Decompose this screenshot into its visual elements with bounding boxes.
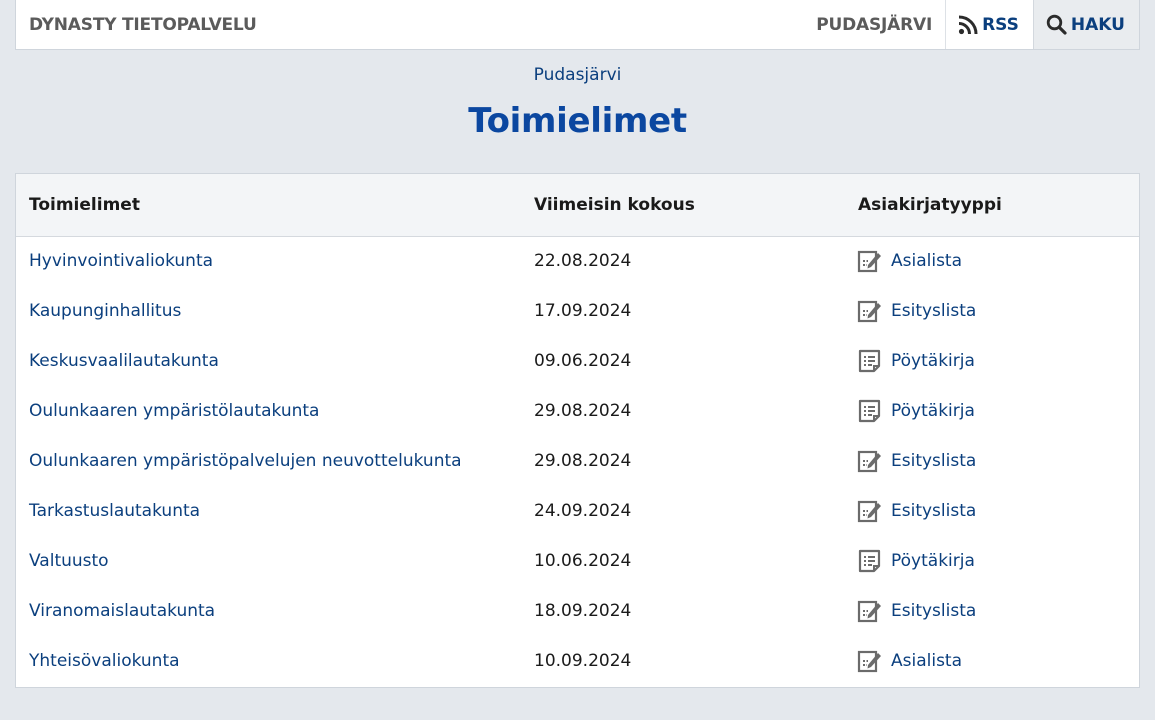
table-row: Valtuusto 10.06.2024 Pöytäkirja	[16, 537, 1139, 587]
table-row: Kaupunginhallitus 17.09.2024 Esityslista	[16, 287, 1139, 337]
minutes-list-icon	[857, 348, 883, 374]
table-row: Oulunkaaren ympäristöpalvelujen neuvotte…	[16, 437, 1139, 487]
document-link[interactable]: Pöytäkirja	[857, 348, 975, 374]
document-type-label: Esityslista	[891, 601, 977, 621]
agenda-edit-icon	[857, 598, 883, 624]
body-name-link[interactable]: Hyvinvointivaliokunta	[29, 251, 213, 271]
last-meeting-date: 22.08.2024	[534, 251, 632, 271]
document-link[interactable]: Pöytäkirja	[857, 398, 975, 424]
document-type-label: Esityslista	[891, 301, 977, 321]
last-meeting-date: 18.09.2024	[534, 601, 632, 621]
column-header-document-type[interactable]: Asiakirjatyyppi	[858, 195, 1002, 215]
rss-label: RSS	[982, 14, 1019, 35]
document-link[interactable]: Esityslista	[857, 598, 976, 624]
body-name-link[interactable]: Valtuusto	[29, 551, 109, 571]
breadcrumb-link[interactable]: Pudasjärvi	[0, 65, 1155, 85]
document-link[interactable]: Asialista	[857, 648, 962, 674]
last-meeting-date: 29.08.2024	[534, 401, 632, 421]
page-title: Toimielimet	[468, 101, 687, 141]
column-header-last-meeting[interactable]: Viimeisin kokous	[534, 195, 695, 215]
bodies-table: Toimielimet Viimeisin kokous Asiakirjaty…	[15, 173, 1140, 688]
minutes-list-icon	[857, 548, 883, 574]
last-meeting-date: 10.09.2024	[534, 651, 632, 671]
table-row: Yhteisövaliokunta 10.09.2024 Asialista	[16, 637, 1139, 687]
top-navigation-bar: DYNASTY TIETOPALVELU PUDASJÄRVI RSS HAKU	[15, 0, 1140, 50]
document-link[interactable]: Pöytäkirja	[857, 548, 975, 574]
table-body: Hyvinvointivaliokunta 22.08.2024 Asialista…	[16, 237, 1139, 687]
last-meeting-date: 29.08.2024	[534, 451, 632, 471]
document-type-label: Pöytäkirja	[891, 351, 975, 371]
agenda-edit-icon	[857, 498, 883, 524]
body-name-link[interactable]: Oulunkaaren ympäristöpalvelujen neuvotte…	[29, 451, 462, 471]
table-row: Oulunkaaren ympäristölautakunta 29.08.202…	[16, 387, 1139, 437]
body-name-link[interactable]: Kaupunginhallitus	[29, 301, 181, 321]
document-type-label: Asialista	[891, 251, 963, 271]
document-type-label: Esityslista	[891, 501, 977, 521]
document-type-label: Pöytäkirja	[891, 551, 975, 571]
column-header-bodies[interactable]: Toimielimet	[29, 195, 140, 215]
table-row: Keskusvaalilautakunta 09.06.2024 Pöytäkirj…	[16, 337, 1139, 387]
rss-button[interactable]: RSS	[945, 0, 1033, 49]
table-row: Viranomaislautakunta 18.09.2024 Esityslist…	[16, 587, 1139, 637]
document-link[interactable]: Esityslista	[857, 298, 976, 324]
agenda-edit-icon	[857, 448, 883, 474]
search-label: HAKU	[1070, 14, 1125, 35]
agenda-edit-icon	[857, 648, 883, 674]
rss-icon	[958, 15, 978, 34]
search-icon	[1046, 14, 1067, 35]
document-type-label: Asialista	[891, 651, 963, 671]
body-name-link[interactable]: Viranomaislautakunta	[29, 601, 215, 621]
last-meeting-date: 24.09.2024	[534, 501, 632, 521]
agenda-edit-icon	[857, 298, 883, 324]
body-name-link[interactable]: Keskusvaalilautakunta	[29, 351, 219, 371]
last-meeting-date: 10.06.2024	[534, 551, 632, 571]
document-link[interactable]: Esityslista	[857, 498, 976, 524]
body-name-link[interactable]: Yhteisövaliokunta	[29, 651, 180, 671]
document-link[interactable]: Esityslista	[857, 448, 976, 474]
minutes-list-icon	[857, 398, 883, 424]
table-row: Hyvinvointivaliokunta 22.08.2024 Asialista	[16, 237, 1139, 287]
document-link[interactable]: Asialista	[857, 248, 962, 274]
search-button[interactable]: HAKU	[1032, 0, 1139, 49]
table-header: Toimielimet Viimeisin kokous Asiakirjaty…	[16, 174, 1139, 237]
document-type-label: Pöytäkirja	[891, 401, 975, 421]
document-type-label: Esityslista	[891, 451, 977, 471]
municipality-link[interactable]: PUDASJÄRVI	[803, 0, 945, 49]
body-name-link[interactable]: Oulunkaaren ympäristölautakunta	[29, 401, 319, 421]
agenda-edit-icon	[857, 248, 883, 274]
body-name-link[interactable]: Tarkastuslautakunta	[29, 501, 200, 521]
site-brand[interactable]: DYNASTY TIETOPALVELU	[16, 0, 257, 49]
last-meeting-date: 17.09.2024	[534, 301, 632, 321]
last-meeting-date: 09.06.2024	[534, 351, 632, 371]
table-row: Tarkastuslautakunta 24.09.2024 Esityslista	[16, 487, 1139, 537]
